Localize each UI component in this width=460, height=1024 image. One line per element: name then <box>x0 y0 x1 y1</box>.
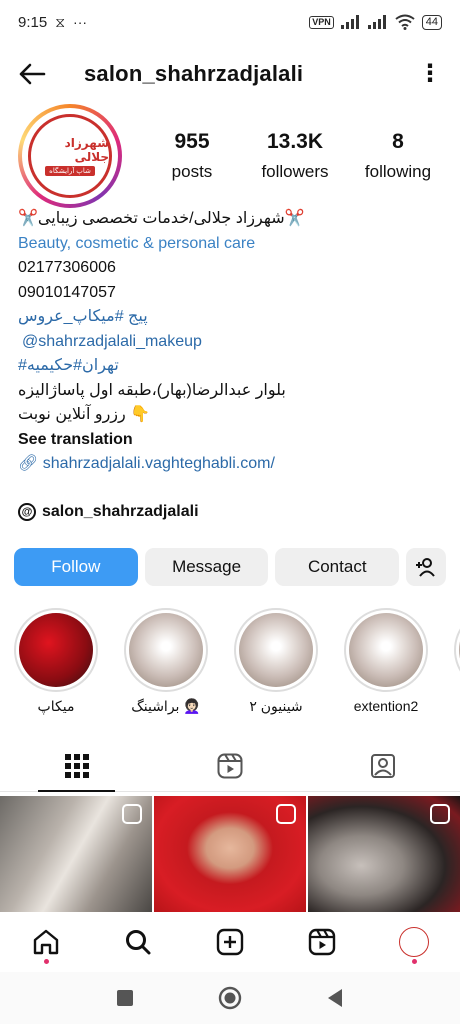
highlight-item[interactable] <box>452 608 460 720</box>
more-notifications-icon: ··· <box>73 14 88 30</box>
signal-icon-2 <box>367 15 386 29</box>
home-icon <box>33 929 59 955</box>
highlight-item[interactable]: extention2 <box>342 608 430 720</box>
nav-profile[interactable] <box>394 922 434 964</box>
highlight-label: شینیون ۲ <box>249 698 303 714</box>
vpn-badge: VPN <box>309 15 334 29</box>
signal-icon <box>340 15 359 29</box>
posts-grid <box>0 796 460 912</box>
logo-subtext: شاپ آرایشگاه <box>45 166 95 176</box>
content-tabs <box>0 740 460 792</box>
story-highlights: میکاپ براشینگ 👩🏻‍🦱 شینیون ۲ extention2 <box>12 608 460 720</box>
wifi-icon <box>395 14 415 30</box>
post-thumbnail[interactable] <box>154 796 306 912</box>
add-post-icon <box>216 928 244 956</box>
highlight-item[interactable]: براشینگ 👩🏻‍🦱 <box>122 608 210 720</box>
threads-badge[interactable]: @ salon_shahrzadjalali <box>18 503 199 521</box>
nav-home[interactable] <box>26 922 66 964</box>
followers-count: 13.3K <box>266 130 324 153</box>
tagged-icon <box>371 753 396 778</box>
reels-icon <box>308 928 336 956</box>
see-translation-link[interactable]: See translation <box>18 428 448 453</box>
tab-reels[interactable] <box>153 740 306 791</box>
notification-dot <box>43 959 49 964</box>
threads-icon: @ <box>18 503 36 521</box>
profile-summary: شهرزاد جلالی شاپ آرایشگاه 955 posts 13.3… <box>18 104 448 208</box>
sync-icon: ⧖ <box>55 13 66 30</box>
nav-search[interactable] <box>118 922 158 962</box>
profile-avatar-icon <box>399 927 429 957</box>
message-button[interactable]: Message <box>144 548 269 586</box>
profile-actions: Follow Message Contact <box>14 548 447 586</box>
posts-stat[interactable]: 955 posts <box>142 130 242 182</box>
system-navigation <box>0 972 460 1024</box>
bio-hashtag-line[interactable]: پیج #میکاپ_عروس <box>18 305 448 330</box>
website-url: shahrzadjalali.vaghteghabli.com/ <box>42 455 275 472</box>
posts-label: posts <box>171 162 213 181</box>
bio-phone-2: 09010147057 <box>18 283 116 301</box>
highlight-label: extention2 <box>353 698 419 714</box>
profile-bio: ✂️شهرزاد جلالی/خدمات تخصصی زیبایی✂️ Beau… <box>18 207 448 477</box>
reel-icon <box>430 804 450 824</box>
post-thumbnail[interactable] <box>308 796 460 912</box>
nav-reels[interactable] <box>302 922 342 962</box>
bottom-navigation <box>0 912 460 972</box>
avatar: شهرزاد جلالی شاپ آرایشگاه <box>25 111 115 201</box>
highlight-label: میکاپ <box>37 698 75 714</box>
threads-handle: salon_shahrzadjalali <box>42 503 199 520</box>
bio-hashtags[interactable]: تهران#حکیمیه# <box>18 354 448 379</box>
status-bar: 9:15 ⧖ ··· VPN 44 <box>0 0 460 44</box>
back-arrow-icon[interactable] <box>18 63 46 85</box>
highlight-item[interactable]: شینیون ۲ <box>232 608 320 720</box>
tab-tagged[interactable] <box>307 740 460 791</box>
search-icon <box>126 930 151 955</box>
add-user-button[interactable] <box>406 548 447 586</box>
add-person-icon <box>416 558 435 577</box>
bio-booking: 👇 رزرو آنلاین نوبت <box>18 406 151 423</box>
reels-icon <box>217 753 243 778</box>
link-icon: 🔗︎ <box>18 455 39 472</box>
avatar-story-ring[interactable]: شهرزاد جلالی شاپ آرایشگاه <box>18 104 122 208</box>
highlight-label: براشینگ 👩🏻‍🦱 <box>131 698 201 714</box>
grid-icon <box>64 753 89 778</box>
home-button-icon[interactable] <box>218 986 242 1010</box>
post-thumbnail[interactable] <box>0 796 152 912</box>
bio-category[interactable]: Beauty, cosmetic & personal care <box>18 232 448 257</box>
highlight-cover <box>349 613 423 687</box>
followers-stat[interactable]: 13.3K followers <box>245 130 345 182</box>
highlight-cover <box>239 613 313 687</box>
logo-text: شهرزاد جلالی <box>64 136 109 164</box>
nav-create[interactable] <box>210 922 250 962</box>
profile-stats: 955 posts 13.3K followers 8 following <box>142 130 448 182</box>
salon-logo: شهرزاد جلالی شاپ آرایشگاه <box>28 114 112 198</box>
following-stat[interactable]: 8 following <box>348 130 448 182</box>
status-time: 9:15 <box>18 13 48 31</box>
bio-mention[interactable]: @shahrzadjalali_makeup <box>18 330 448 355</box>
reel-icon <box>276 804 296 824</box>
highlight-cover <box>129 613 203 687</box>
following-label: following <box>364 162 432 181</box>
reel-icon <box>122 804 142 824</box>
contact-button[interactable]: Contact <box>275 548 400 586</box>
profile-header: salon_shahrzadjalali ⋮ <box>0 52 460 96</box>
more-options-icon[interactable]: ⋮ <box>418 62 442 86</box>
profile-username: salon_shahrzadjalali <box>84 61 304 86</box>
highlight-cover <box>19 613 93 687</box>
tab-posts-grid[interactable] <box>0 740 153 792</box>
posts-count: 955 <box>174 130 210 153</box>
notification-dot <box>411 959 417 964</box>
follow-button[interactable]: Follow <box>14 548 138 586</box>
bio-name-line: ✂️شهرزاد جلالی/خدمات تخصصی زیبایی✂️ <box>18 210 305 227</box>
bio-address: بلوار عبدالرضا(بهار)،طبقه اول پاساژالیزه <box>18 381 286 399</box>
battery-indicator: 44 <box>421 14 442 30</box>
back-button-icon[interactable] <box>326 988 344 1008</box>
following-count: 8 <box>392 130 404 153</box>
followers-label: followers <box>261 162 329 181</box>
recent-apps-icon[interactable] <box>116 989 134 1007</box>
highlight-item[interactable]: میکاپ <box>12 608 100 720</box>
website-link[interactable]: 🔗︎ shahrzadjalali.vaghteghabli.com/ <box>18 452 448 477</box>
bio-phone-1: 02177306006 <box>18 259 116 276</box>
